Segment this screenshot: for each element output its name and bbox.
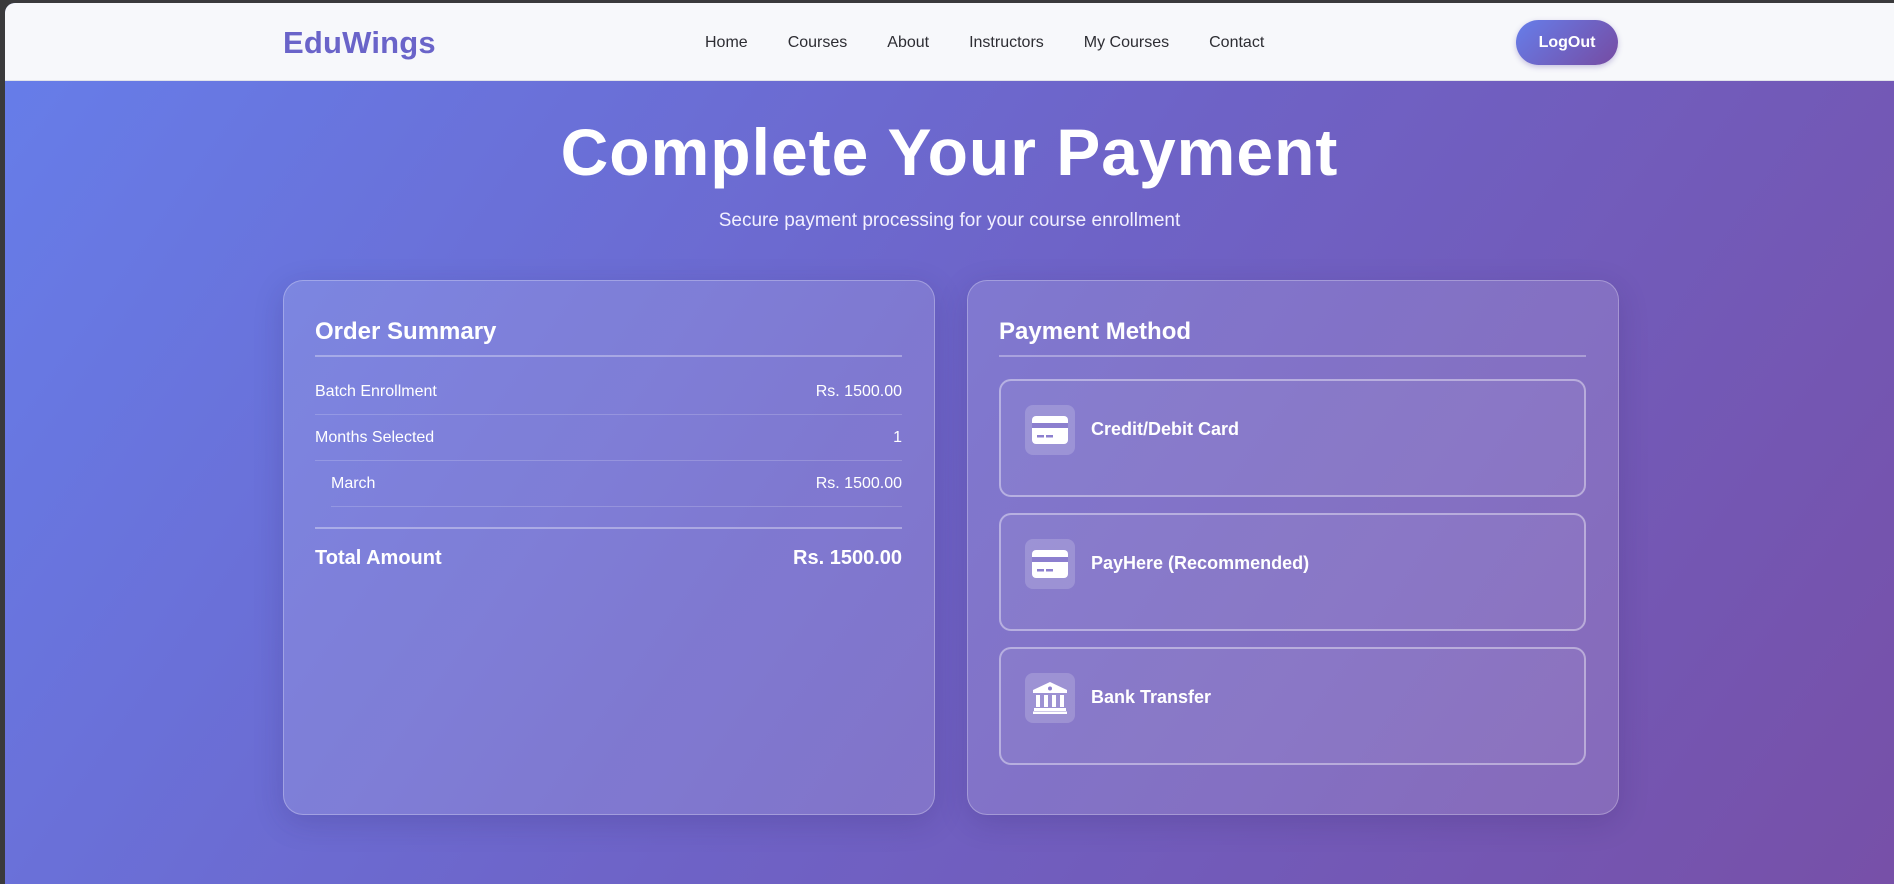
divider <box>315 355 902 357</box>
summary-row-value: 1 <box>893 428 902 446</box>
order-summary-title: Order Summary <box>315 318 497 345</box>
summary-row-label: March <box>331 474 376 492</box>
credit-card-icon <box>1025 539 1075 589</box>
nav-link-instructors[interactable]: Instructors <box>969 34 1044 52</box>
divider <box>315 527 902 529</box>
payment-method-title: Payment Method <box>999 318 1192 345</box>
payment-option-label: PayHere (Recommended) <box>1091 553 1310 573</box>
nav-link-courses[interactable]: Courses <box>788 34 848 52</box>
page-title: Complete Your Payment <box>560 115 1339 189</box>
summary-row-label: Months Selected <box>315 428 435 446</box>
summary-row-label: Batch Enrollment <box>315 382 437 400</box>
summary-row-batch-enrollment: Batch Enrollment Rs. 1500.00 <box>315 369 902 415</box>
payment-method-card: Payment Method Credit/Debit Card PayHere… <box>967 280 1619 815</box>
total-amount-label: Total Amount <box>315 547 442 569</box>
payment-option-label: Credit/Debit Card <box>1091 419 1240 439</box>
summary-row-value: Rs. 1500.00 <box>815 474 902 492</box>
total-amount-row: Total Amount Rs. 1500.00 <box>315 547 902 570</box>
total-amount-value: Rs. 1500.00 <box>793 547 902 569</box>
page-subtitle: Secure payment processing for your cours… <box>718 210 1181 231</box>
nav-link-my-courses[interactable]: My Courses <box>1084 34 1169 52</box>
logout-button[interactable]: LogOut <box>1516 20 1618 65</box>
top-navbar: EduWings Home Courses About Instructors … <box>5 3 1894 81</box>
payment-option-bank-transfer[interactable]: Bank Transfer <box>999 647 1586 765</box>
bank-icon <box>1025 673 1075 723</box>
nav-link-home[interactable]: Home <box>705 34 748 52</box>
nav-links: Home Courses About Instructors My Course… <box>705 34 1304 52</box>
payment-option-card[interactable]: Credit/Debit Card <box>999 379 1586 497</box>
nav-link-about[interactable]: About <box>887 34 929 52</box>
app-window: EduWings Home Courses About Instructors … <box>5 3 1894 884</box>
payment-option-payhere[interactable]: PayHere (Recommended) <box>999 513 1586 631</box>
order-summary-card: Order Summary Batch Enrollment Rs. 1500.… <box>283 280 935 815</box>
nav-link-contact[interactable]: Contact <box>1209 34 1264 52</box>
summary-row-month: March Rs. 1500.00 <box>331 461 902 507</box>
brand-logo[interactable]: EduWings <box>283 25 436 61</box>
credit-card-icon <box>1025 405 1075 455</box>
summary-row-value: Rs. 1500.00 <box>815 382 902 400</box>
summary-row-months-selected: Months Selected 1 <box>315 415 902 461</box>
payment-option-label: Bank Transfer <box>1091 687 1212 707</box>
divider <box>999 355 1586 357</box>
